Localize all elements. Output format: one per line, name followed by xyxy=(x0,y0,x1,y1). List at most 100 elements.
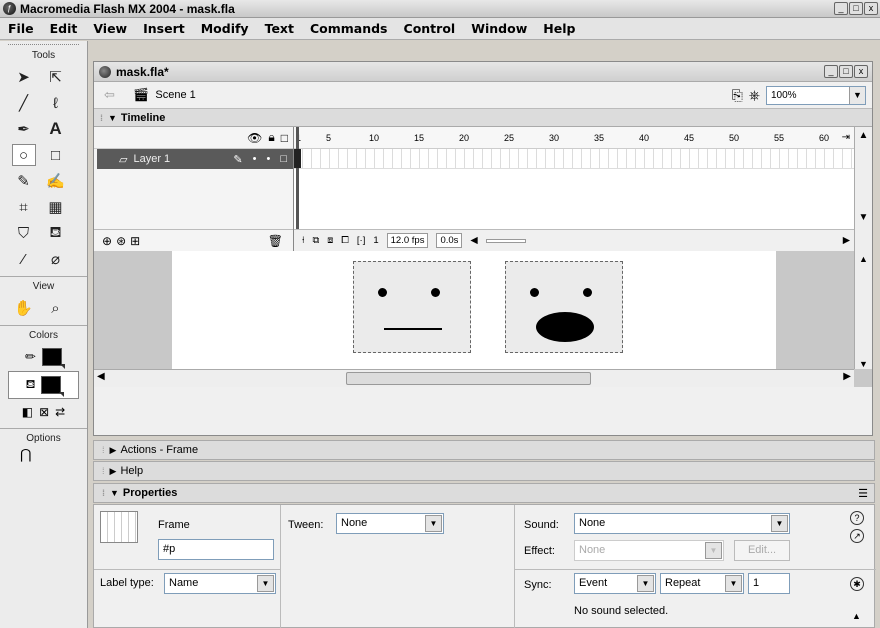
chevron-down-icon[interactable]: ▼ xyxy=(725,575,742,592)
properties-panel-header[interactable]: ⁞ ▼ Properties ☰ xyxy=(93,483,875,503)
text-tool-icon[interactable]: A xyxy=(44,118,68,140)
frame-ruler[interactable]: 1 5 10 15 20 25 30 35 40 45 50 55 60 ⇥ xyxy=(294,127,854,149)
visibility-dot[interactable]: • xyxy=(253,153,257,165)
surprised-face-shape[interactable] xyxy=(505,261,623,353)
chevron-down-icon[interactable]: ▼ xyxy=(849,87,865,104)
timeline-vscroll[interactable]: ▲ ▼ xyxy=(854,127,872,251)
menu-text[interactable]: Text xyxy=(257,21,302,36)
rectangle-tool-icon[interactable]: □ xyxy=(44,144,68,166)
layer-row[interactable]: ▱ Layer 1 ✎ • • □ xyxy=(97,149,293,169)
maximize-button[interactable]: □ xyxy=(849,2,863,15)
actions-panel-header[interactable]: ⁞ ▶ Actions - Frame xyxy=(93,440,875,460)
subselect-tool-icon[interactable]: ⇱ xyxy=(44,66,68,88)
menu-file[interactable]: File xyxy=(0,21,42,36)
mouth-oval-shape[interactable] xyxy=(536,312,594,342)
stage-vscroll[interactable]: ▲ ▼ xyxy=(854,251,872,369)
hscroll-thumb[interactable] xyxy=(346,372,591,385)
onion-skin-icon[interactable]: ⧉ xyxy=(312,235,319,246)
help-panel-header[interactable]: ⁞ ▶ Help xyxy=(93,461,875,481)
neutral-face-shape[interactable] xyxy=(353,261,471,353)
scroll-up-icon[interactable]: ▲ xyxy=(855,127,872,145)
brush-tool-icon[interactable]: ✍ xyxy=(44,170,68,192)
fill-color-swatch[interactable] xyxy=(41,376,65,397)
lasso-tool-icon[interactable]: ℓ xyxy=(44,92,68,114)
doc-close-button[interactable]: x xyxy=(854,65,868,78)
zoom-tool-icon[interactable]: ⌕ xyxy=(44,297,68,319)
add-guide-layer-icon[interactable]: ⊛ xyxy=(116,234,126,248)
eyedropper-tool-icon[interactable]: ⁄ xyxy=(12,248,36,270)
collapse-panel-icon[interactable]: ▲ xyxy=(852,611,861,621)
eraser-tool-icon[interactable]: ⌀ xyxy=(44,248,68,270)
line-tool-icon[interactable]: ╱ xyxy=(12,92,36,114)
chevron-down-icon[interactable]: ▼ xyxy=(771,515,788,532)
menu-edit[interactable]: Edit xyxy=(42,21,86,36)
black-white-icon[interactable]: ◧ xyxy=(22,405,33,419)
close-button[interactable]: x xyxy=(864,2,878,15)
paint-bucket-tool-icon[interactable]: ⛾ xyxy=(44,222,68,244)
scroll-left-icon[interactable]: ◀ xyxy=(97,371,105,382)
outline-square-icon[interactable]: □ xyxy=(280,153,287,165)
show-hide-eye-icon[interactable]: 👁︎ xyxy=(247,131,262,145)
scroll-right-icon[interactable]: ▶ xyxy=(843,235,850,246)
sync-select[interactable]: Event ▼ xyxy=(574,573,656,594)
left-eye-shape[interactable] xyxy=(378,288,387,297)
onion-outline-icon[interactable]: ⧈ xyxy=(327,235,333,246)
lock-icon[interactable]: 🔒︎ xyxy=(268,130,274,145)
timeline-menu-icon[interactable]: ⇥ xyxy=(842,132,850,143)
panel-options-icon[interactable]: ☰ xyxy=(858,487,868,500)
mouth-line-shape[interactable] xyxy=(384,328,442,330)
edit-scene-icon[interactable]: ⎘ xyxy=(732,87,743,104)
accessibility-icon[interactable]: ✱ xyxy=(850,577,864,591)
hand-tool-icon[interactable]: ✋ xyxy=(12,297,36,319)
outline-icon[interactable]: □ xyxy=(281,131,288,145)
add-layer-icon[interactable]: ⊕ xyxy=(102,234,112,248)
playhead[interactable] xyxy=(296,127,299,229)
lock-dot[interactable]: • xyxy=(266,153,270,165)
stage-hscroll[interactable]: ◀ ▶ xyxy=(94,369,854,387)
oval-tool-icon[interactable]: ○ xyxy=(11,144,36,166)
right-eye-shape[interactable] xyxy=(431,288,440,297)
doc-minimize-button[interactable]: _ xyxy=(824,65,838,78)
scroll-right-icon[interactable]: ▶ xyxy=(843,371,851,382)
expand-panel-icon[interactable]: ↗ xyxy=(850,529,864,543)
right-eye-shape[interactable] xyxy=(583,288,592,297)
menu-help[interactable]: Help xyxy=(535,21,583,36)
scroll-left-icon[interactable]: ◀ xyxy=(470,235,477,246)
frame-name-field[interactable]: #p xyxy=(158,539,274,560)
menu-insert[interactable]: Insert xyxy=(135,21,193,36)
repeat-count-field[interactable]: 1 xyxy=(748,573,790,594)
stroke-color-swatch[interactable] xyxy=(41,348,65,369)
sound-select[interactable]: None ▼ xyxy=(574,513,790,534)
center-frame-icon[interactable]: ⍿ xyxy=(302,235,304,246)
pen-tool-icon[interactable]: ✒ xyxy=(12,118,36,140)
chevron-down-icon[interactable]: ▼ xyxy=(257,575,274,592)
timeline-header[interactable]: ⁞ ▼ Timeline xyxy=(94,109,872,127)
edit-symbol-icon[interactable]: ⎈ xyxy=(749,87,760,104)
scroll-down-icon[interactable]: ▼ xyxy=(855,209,872,227)
minimize-button[interactable]: _ xyxy=(834,2,848,15)
delete-layer-icon[interactable]: 🗑︎ xyxy=(268,234,283,248)
menu-commands[interactable]: Commands xyxy=(302,21,396,36)
scene-breadcrumb[interactable]: Scene 1 xyxy=(155,89,195,101)
free-transform-tool-icon[interactable]: ⌗ xyxy=(12,196,36,218)
edit-multiple-icon[interactable]: ⧠ xyxy=(341,235,349,246)
menu-window[interactable]: Window xyxy=(463,21,535,36)
tween-select[interactable]: None ▼ xyxy=(336,513,444,534)
back-arrow-icon[interactable]: ⇦ xyxy=(104,87,115,103)
swap-colors-icon[interactable]: ⇄ xyxy=(55,405,65,419)
add-folder-icon[interactable]: ⊞ xyxy=(130,234,140,248)
help-icon[interactable]: ? xyxy=(850,511,864,525)
zoom-select[interactable]: 100% ▼ xyxy=(766,86,866,105)
ink-bottle-tool-icon[interactable]: ⛉ xyxy=(12,222,36,244)
timeline-hscroll[interactable] xyxy=(485,238,526,243)
chevron-down-icon[interactable]: ▼ xyxy=(637,575,654,592)
doc-maximize-button[interactable]: □ xyxy=(839,65,853,78)
repeat-select[interactable]: Repeat ▼ xyxy=(660,573,744,594)
arrow-tool-icon[interactable]: ➤ xyxy=(12,66,36,88)
keyframe[interactable] xyxy=(294,149,301,168)
scroll-up-icon[interactable]: ▲ xyxy=(855,251,872,267)
menu-control[interactable]: Control xyxy=(396,21,464,36)
snap-magnet-icon[interactable]: ⋂ xyxy=(0,446,87,463)
menu-modify[interactable]: Modify xyxy=(193,21,257,36)
stage[interactable] xyxy=(172,251,776,369)
